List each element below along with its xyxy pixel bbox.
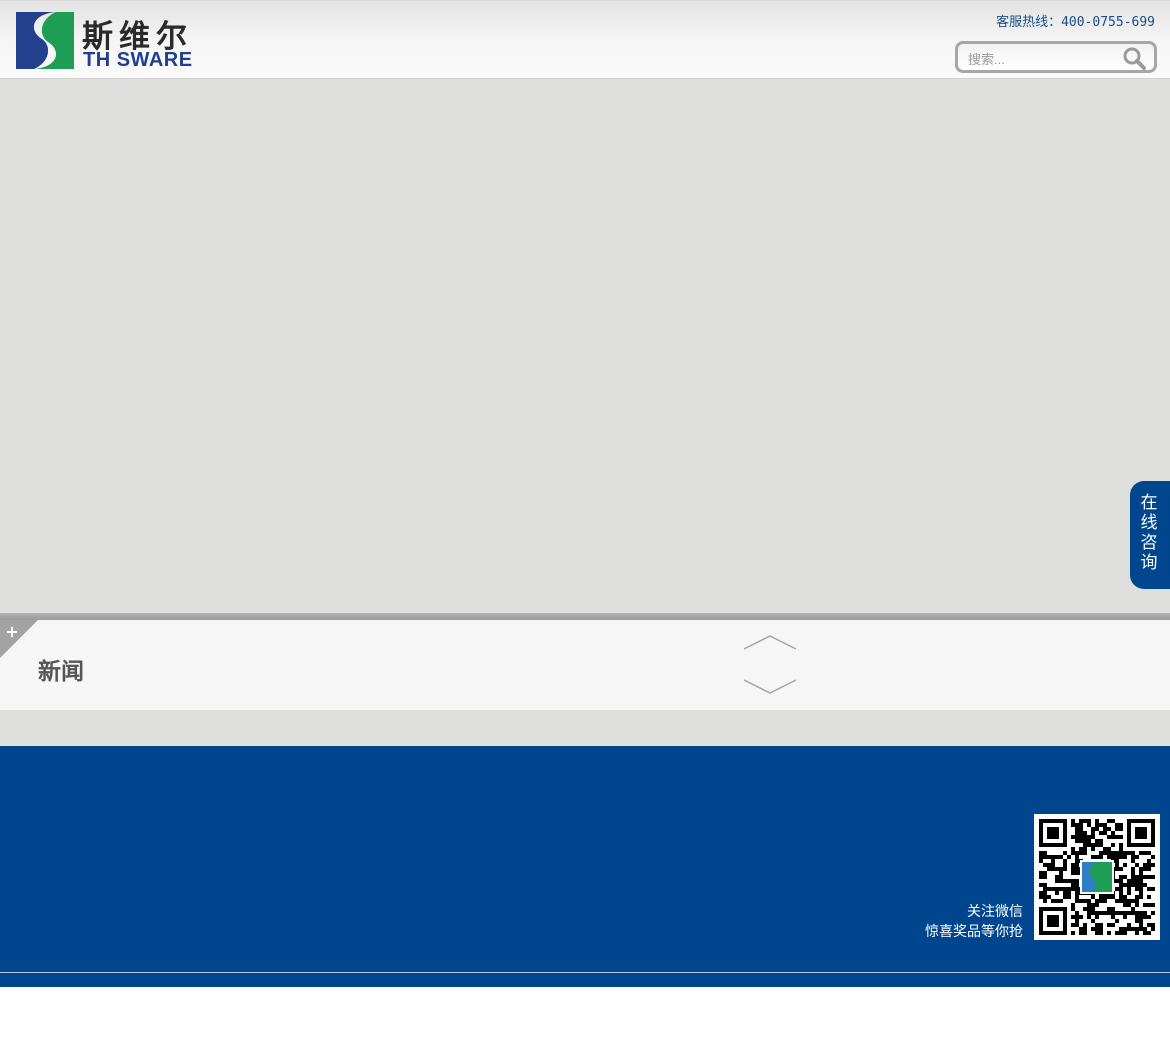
plus-icon	[0, 620, 38, 658]
wechat-qr-code	[1034, 814, 1160, 940]
brand-name-en: TH SWARE	[83, 49, 193, 71]
site-header: 斯维尔 TH SWARE 客服热线：400-0755-699	[0, 0, 1170, 79]
hotline-text: 客服热线：400-0755-699	[996, 15, 1155, 30]
news-prev-button[interactable]	[743, 634, 797, 652]
online-consult-label: 在线咨询	[1140, 493, 1158, 573]
news-divider	[0, 613, 1170, 620]
footer-divider	[0, 972, 1170, 973]
news-bar: 新闻	[0, 620, 1170, 710]
search-icon	[1123, 47, 1146, 70]
news-next-button[interactable]	[743, 677, 797, 695]
chevron-up-icon	[743, 635, 797, 650]
wechat-promo: 关注微信 惊喜奖品等你抢	[925, 902, 1023, 942]
search-button[interactable]	[1122, 46, 1148, 70]
logo[interactable]: 斯维尔 TH SWARE	[16, 12, 206, 71]
search-input[interactable]	[966, 48, 1120, 70]
chevron-down-icon	[743, 679, 797, 694]
online-consult-button[interactable]: 在线咨询	[1130, 481, 1170, 589]
news-title: 新闻	[38, 659, 84, 685]
qr-code-icon	[1039, 819, 1155, 935]
section-gap	[0, 710, 1170, 746]
logo-mark-icon	[16, 12, 74, 69]
wechat-promo-line2: 惊喜奖品等你抢	[925, 924, 1023, 940]
site-footer: 关注微信 惊喜奖品等你抢	[0, 746, 1170, 987]
news-more-button[interactable]	[0, 620, 38, 658]
page-bottom	[0, 987, 1170, 1064]
search-box	[955, 41, 1157, 73]
hero-banner	[0, 79, 1170, 613]
wechat-promo-line1: 关注微信	[967, 904, 1023, 920]
